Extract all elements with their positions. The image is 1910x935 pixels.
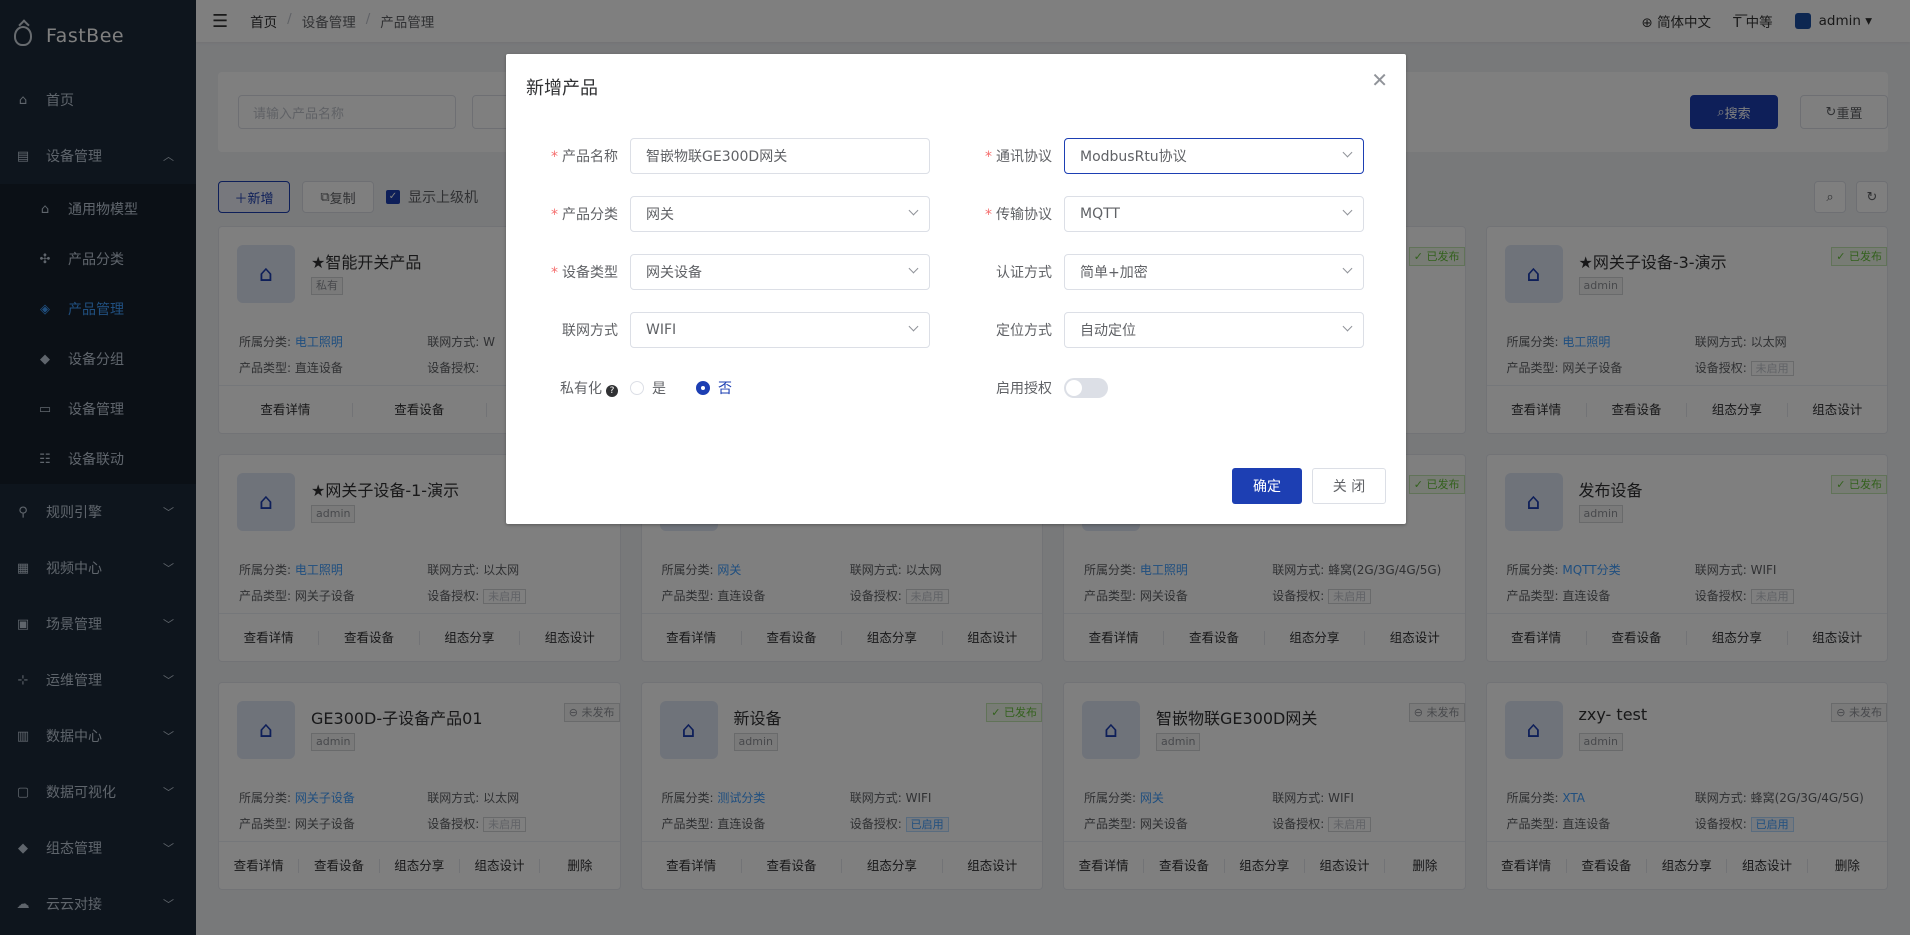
chevron-down-icon (908, 321, 919, 332)
chevron-down-icon (908, 263, 919, 274)
protocol-field: * 通讯协议 ModbusRtu协议 (954, 138, 1364, 174)
private-field: 私有化? 是 否 (520, 370, 762, 406)
enable-auth-switch[interactable] (1064, 378, 1108, 398)
close-icon[interactable]: ✕ (1371, 70, 1388, 90)
chevron-down-icon (908, 205, 919, 216)
product-name-input[interactable]: 智嵌物联GE300D网关 (630, 138, 930, 174)
device-type-select[interactable]: 网关设备 (630, 254, 930, 290)
chevron-down-icon (1342, 205, 1353, 216)
product-name-field: * 产品名称 智嵌物联GE300D网关 (520, 138, 930, 174)
device-type-field: * 设备类型 网关设备 (520, 254, 930, 290)
chevron-down-icon (1342, 147, 1353, 158)
chevron-down-icon (1342, 321, 1353, 332)
transport-select[interactable]: MQTT (1064, 196, 1364, 232)
add-product-dialog: 新增产品 ✕ * 产品名称 智嵌物联GE300D网关 * 通讯协议 ModbusRt… (506, 54, 1406, 524)
auth-method-select[interactable]: 简单+加密 (1064, 254, 1364, 290)
transport-field: * 传输协议 MQTT (954, 196, 1364, 232)
dialog-title: 新增产品 (526, 78, 598, 99)
network-field: 联网方式 WIFI (520, 312, 930, 348)
network-select[interactable]: WIFI (630, 312, 930, 348)
confirm-button[interactable]: 确定 (1232, 468, 1302, 504)
category-select[interactable]: 网关 (630, 196, 930, 232)
location-field: 定位方式 自动定位 (954, 312, 1364, 348)
chevron-down-icon (1342, 263, 1353, 274)
private-no-radio[interactable]: 否 (696, 378, 732, 398)
enable-auth-field: 启用授权 (954, 370, 1108, 406)
auth-method-field: 认证方式 简单+加密 (954, 254, 1364, 290)
location-select[interactable]: 自动定位 (1064, 312, 1364, 348)
category-field: * 产品分类 网关 (520, 196, 930, 232)
private-yes-radio[interactable]: 是 (630, 378, 666, 398)
protocol-select[interactable]: ModbusRtu协议 (1064, 138, 1364, 174)
close-button[interactable]: 关 闭 (1312, 468, 1386, 504)
help-icon[interactable]: ? (606, 385, 618, 397)
